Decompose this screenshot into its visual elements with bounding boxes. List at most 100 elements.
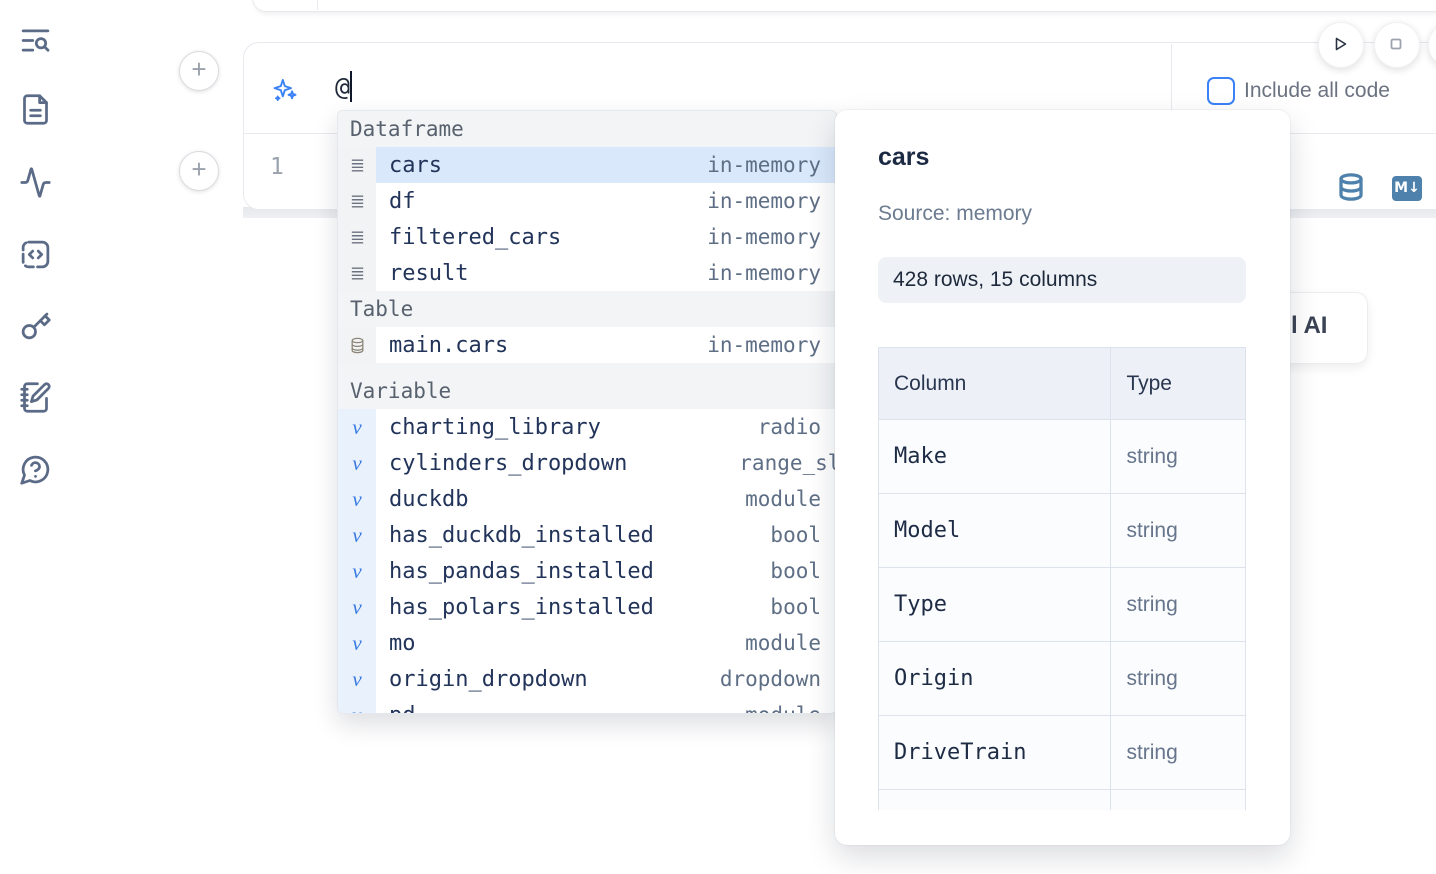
completion-item-pd[interactable]: vpdmodule	[338, 697, 836, 714]
completion-item-duckdb[interactable]: vduckdb module	[338, 481, 836, 517]
variable-icon: v	[338, 445, 376, 481]
include-all-code-label: Include all code	[1244, 79, 1390, 103]
variable-icon: v	[338, 589, 376, 625]
dataframe-icon	[338, 147, 376, 183]
completion-item-type: radio	[758, 415, 821, 439]
completion-item-type: range_slider	[739, 451, 837, 475]
dataframe-icon	[338, 255, 376, 291]
completion-item-has_pandas_installed[interactable]: vhas_pandas_installedbool	[338, 553, 836, 589]
completion-item-name: df	[389, 189, 416, 214]
dataframe-icon	[338, 183, 376, 219]
completion-item-type: module	[745, 703, 821, 714]
completion-item-df[interactable]: df in-memory	[338, 183, 836, 219]
completion-item-type: in-memory	[707, 225, 821, 249]
completion-item-name: result	[389, 261, 468, 286]
completion-item-type: dropdown	[720, 667, 821, 691]
schema-header-cell: Column	[879, 348, 1111, 420]
stop-icon	[1384, 32, 1408, 56]
ai-button-label: l AI	[1291, 312, 1327, 340]
help-chat-icon[interactable]	[19, 453, 52, 486]
completion-item-has_duckdb_installed[interactable]: vhas_duckdb_installedbool	[338, 517, 836, 553]
completion-item-type: bool	[770, 523, 821, 547]
dataframe-icon	[338, 219, 376, 255]
sparkles-icon	[271, 76, 298, 103]
completion-item-cylinders_dropdown[interactable]: v cylinders_dropdown range_slider	[338, 445, 836, 481]
schema-column-type: string	[1111, 642, 1246, 716]
completion-item-type: module	[745, 487, 821, 511]
completion-item-origin_dropdown[interactable]: v origin_dropdown dropdown	[338, 661, 836, 697]
completion-item-name: duckdb	[389, 487, 468, 512]
stop-cell-button[interactable]	[1374, 22, 1420, 68]
schema-header-cell: Type	[1111, 348, 1246, 420]
schema-column-type: string	[1111, 716, 1246, 790]
completion-section-header: Dataframe	[338, 111, 836, 147]
run-cell-button[interactable]	[1318, 22, 1364, 68]
completion-item-name: has_pandas_installed	[389, 559, 654, 584]
shape-badge: 428 rows, 15 columns	[878, 257, 1246, 303]
variable-icon: v	[338, 409, 376, 445]
completion-item-type: in-memory	[707, 153, 821, 177]
schema-table: ColumnTypeMakestringModelstringTypestrin…	[878, 347, 1246, 810]
schema-column-name: Origin	[879, 642, 1111, 716]
schema-row-partial	[879, 790, 1246, 811]
preview-source: Source: memory	[878, 202, 1032, 226]
editor-line-number: 1	[270, 154, 284, 180]
completion-item-main.cars[interactable]: main.cars in-memory	[338, 327, 836, 363]
file-text-icon[interactable]	[19, 93, 52, 126]
completion-item-type: in-memory	[707, 189, 821, 213]
variable-icon: v	[338, 661, 376, 697]
text-cursor	[350, 71, 352, 102]
schema-column-name: DriveTrain	[879, 716, 1111, 790]
schema-column-name	[879, 790, 1111, 811]
completion-item-name: origin_dropdown	[389, 667, 588, 692]
completion-item-mo[interactable]: vmo module	[338, 625, 836, 661]
notebook-pen-icon[interactable]	[19, 381, 52, 414]
schema-column-type: string	[1111, 494, 1246, 568]
add-cell-button-top[interactable]: +	[179, 51, 219, 91]
completion-item-name: filtered_cars	[389, 225, 561, 250]
schema-row: Modelstring	[879, 494, 1246, 568]
completion-item-name: has_polars_installed	[389, 595, 654, 620]
completion-item-filtered_cars[interactable]: filtered_cars in-memory	[338, 219, 836, 255]
activity-icon[interactable]	[19, 166, 52, 199]
schema-row: DriveTrainstring	[879, 716, 1246, 790]
dataframe-preview-panel: cars Source: memory 428 rows, 15 columns…	[835, 110, 1290, 845]
markdown-icon[interactable]: M↓	[1392, 176, 1422, 201]
completion-item-charting_library[interactable]: v charting_library radio	[338, 409, 836, 445]
completion-item-name: charting_library	[389, 415, 601, 440]
completion-item-type: in-memory	[707, 333, 821, 357]
completion-item-name: pd	[389, 703, 416, 715]
completion-item-cars[interactable]: cars in-memory	[338, 147, 836, 183]
key-icon[interactable]	[19, 309, 52, 342]
variable-icon: v	[338, 625, 376, 661]
previous-cell-divider	[317, 0, 318, 10]
completion-item-name: cars	[389, 153, 442, 178]
schema-row: Originstring	[879, 642, 1246, 716]
completion-item-name: cylinders_dropdown	[389, 451, 627, 476]
completion-item-result[interactable]: result in-memory	[338, 255, 836, 291]
previous-cell-fragment	[252, 0, 1436, 12]
ai-prompt-input[interactable]: @	[335, 71, 352, 102]
variable-icon: v	[338, 517, 376, 553]
variable-icon: v	[338, 553, 376, 589]
schema-column-name: Make	[879, 420, 1111, 494]
completion-item-type: in-memory	[707, 261, 821, 285]
schema-row: Typestring	[879, 568, 1246, 642]
completion-item-name: main.cars	[389, 333, 508, 358]
schema-column-type	[1111, 790, 1246, 811]
marimo-notebook-page: + + @ Include all code 1	[0, 0, 1436, 874]
completion-item-type: bool	[770, 595, 821, 619]
list-search-icon[interactable]	[19, 24, 52, 57]
completion-item-has_polars_installed[interactable]: v has_polars_installed bool	[338, 589, 836, 625]
database-output-icon[interactable]	[1336, 172, 1366, 202]
completion-menu: Dataframecarsin-memorydfin-memoryfiltere…	[337, 110, 837, 714]
completion-section-header: Variable	[338, 363, 836, 409]
variable-icon: v	[338, 481, 376, 517]
completion-item-name: mo	[389, 631, 416, 656]
schema-column-type: string	[1111, 568, 1246, 642]
include-all-code-checkbox[interactable]	[1207, 77, 1235, 105]
code-snippets-icon[interactable]	[19, 238, 52, 271]
add-cell-button-bottom[interactable]: +	[179, 151, 219, 191]
schema-header-row: ColumnType	[879, 348, 1246, 420]
completion-item-type: module	[745, 631, 821, 655]
